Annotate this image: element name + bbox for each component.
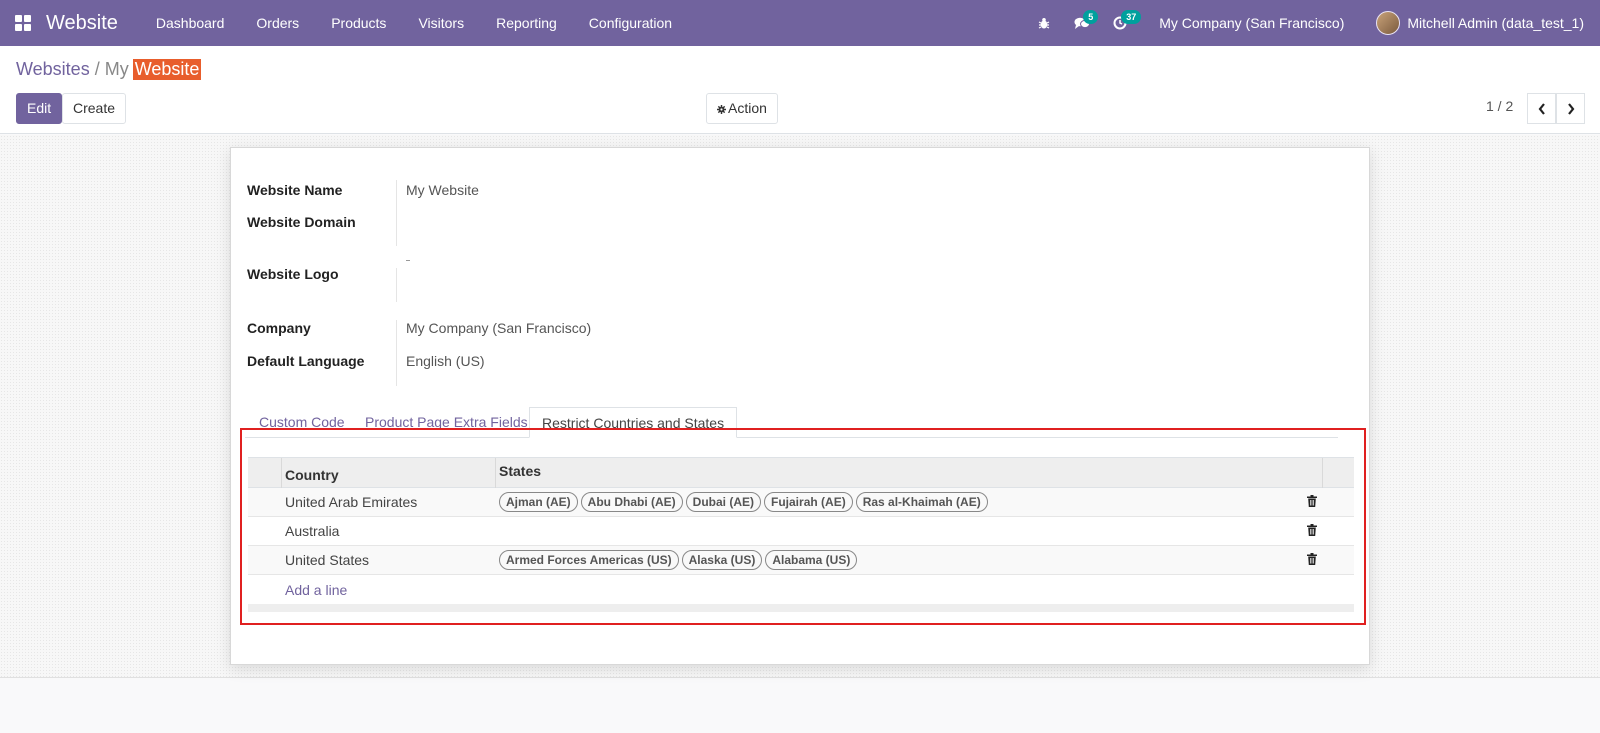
control-panel: Websites / My Website Edit Create Action… <box>0 46 1600 134</box>
top-navbar: Website Dashboard Orders Products Visito… <box>0 0 1600 46</box>
company-switcher[interactable]: My Company (San Francisco) <box>1139 15 1364 31</box>
edit-button[interactable]: Edit <box>16 93 63 124</box>
form-sheet: Website Name My Website Website Domain W… <box>230 147 1370 665</box>
annotation-highlight-box <box>240 428 1366 625</box>
website-logo-image <box>406 260 410 261</box>
activities-clock-icon[interactable]: 37 <box>1101 0 1142 46</box>
menu-configuration[interactable]: Configuration <box>573 0 688 46</box>
company-value: My Company (San Francisco) <box>406 320 592 336</box>
website-name-label: Website Name <box>247 182 343 198</box>
pager-next-button[interactable] <box>1556 93 1585 124</box>
create-button[interactable]: Create <box>62 93 127 124</box>
chevron-left-icon <box>1538 102 1545 115</box>
field-separator <box>396 180 397 246</box>
avatar <box>1376 11 1401 35</box>
company-label: Company <box>247 320 311 336</box>
field-separator <box>396 320 397 386</box>
default-language-value: English (US) <box>406 353 485 369</box>
menu-visitors[interactable]: Visitors <box>402 0 480 46</box>
breadcrumb-websites[interactable]: Websites <box>16 59 90 80</box>
gear-icon <box>717 105 726 114</box>
activities-badge: 37 <box>1121 10 1142 24</box>
pager-value[interactable]: 1 / 2 <box>1486 98 1513 114</box>
debug-bug-icon[interactable] <box>1025 0 1063 46</box>
menu-dashboard[interactable]: Dashboard <box>140 0 241 46</box>
action-button[interactable]: Action <box>706 93 778 124</box>
menu-orders[interactable]: Orders <box>240 0 315 46</box>
website-name-value: My Website <box>406 182 479 198</box>
website-logo-label: Website Logo <box>247 266 339 282</box>
messages-icon[interactable]: 5 <box>1063 0 1101 46</box>
action-label: Action <box>728 100 767 116</box>
menu-products[interactable]: Products <box>315 0 402 46</box>
breadcrumb-separator: / <box>94 59 100 79</box>
breadcrumb-current-prefix: My <box>104 59 129 79</box>
user-menu[interactable]: Mitchell Admin (data_test_1) <box>1364 11 1600 35</box>
apps-menu-icon[interactable] <box>0 0 46 46</box>
website-domain-label: Website Domain <box>247 214 356 230</box>
user-name: Mitchell Admin (data_test_1) <box>1407 15 1584 31</box>
app-brand[interactable]: Website <box>46 12 118 35</box>
breadcrumb-current-highlight: Website <box>132 59 202 80</box>
chevron-right-icon <box>1567 102 1574 115</box>
field-separator <box>396 268 397 302</box>
menu-reporting[interactable]: Reporting <box>480 0 573 46</box>
default-language-label: Default Language <box>247 353 365 369</box>
messages-badge: 5 <box>1083 10 1099 24</box>
breadcrumb: Websites / My Website <box>16 59 202 80</box>
pager-previous-button[interactable] <box>1527 93 1556 124</box>
